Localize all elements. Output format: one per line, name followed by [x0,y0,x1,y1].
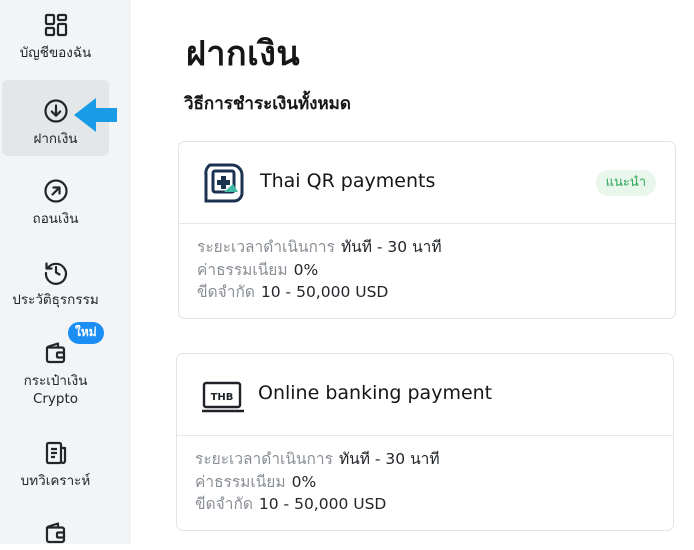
sidebar-item-wallet[interactable] [2,520,109,550]
thb-bank-card-icon: THB [202,381,244,413]
card-header: THB Online banking payment [177,354,673,436]
wallet-icon [45,522,65,544]
fee-label: ค่าธรรมเนียม [195,472,286,491]
recommended-badge: แนะนำ [595,170,656,196]
payment-details: ระยะเวลาดำเนินการ ทันที - 30 นาที ค่าธรรม… [195,448,440,516]
limit-value: 10 - 50,000 USD [260,283,389,301]
thai-qr-icon [204,163,244,203]
sidebar-item-label: กระเป๋าเงิน Crypto [23,373,88,407]
history-clock-icon [44,262,67,285]
payment-method-name: Thai QR payments [260,170,436,192]
fee-value: 0% [291,472,317,491]
arrow-up-right-circle-icon [43,179,68,203]
arrow-down-circle-icon [43,99,68,123]
fee-row: ค่าธรรมเนียม 0% [195,471,440,494]
fee-value: 0% [293,260,319,279]
processing-time-row: ระยะเวลาดำเนินการ ทันที - 30 นาที [197,236,442,259]
fee-label: ค่าธรรมเนียม [197,260,288,279]
limit-row: ขีดจำกัด 10 - 50,000 USD [195,493,440,516]
sidebar-item-crypto-wallet[interactable]: กระเป๋าเงิน Crypto [2,340,109,412]
limit-label: ขีดจำกัด [195,495,253,513]
processing-time-value: ทันที - 30 นาที [338,450,440,468]
fee-row: ค่าธรรมเนียม 0% [197,259,442,282]
processing-time-row: ระยะเวลาดำเนินการ ทันที - 30 นาที [195,448,440,471]
sidebar-item-label: บัญชีของฉัน [19,45,92,61]
sidebar-item-withdraw[interactable]: ถอนเงิน [2,178,109,234]
sidebar-item-my-account[interactable]: บัญชีของฉัน [2,12,109,72]
processing-time-label: ระยะเวลาดำเนินการ [195,450,333,468]
thb-icon-text: THB [211,392,234,403]
wallet-icon [45,342,65,364]
new-badge: ใหม่ [68,322,104,344]
dashboard-grid-icon [44,13,67,37]
payment-details: ระยะเวลาดำเนินการ ทันที - 30 นาที ค่าธรรม… [197,236,442,304]
processing-time-value: ทันที - 30 นาที [340,238,442,256]
sidebar-item-label: ประวัติธุรกรรม [12,292,99,308]
payment-method-thai-qr[interactable]: Thai QR payments แนะนำ ระยะเวลาดำเนินการ… [178,141,676,319]
limit-value: 10 - 50,000 USD [258,495,387,513]
limit-label: ขีดจำกัด [197,283,255,301]
sidebar-item-label: ถอนเงิน [32,211,79,227]
page-title: ฝากเงิน [186,34,301,74]
analytics-document-icon [45,441,66,465]
section-subtitle: วิธีการชำระเงินทั้งหมด [184,94,351,114]
main-content: ฝากเงิน วิธีการชำระเงินทั้งหมด Thai QR p… [131,0,694,544]
pointer-arrow-icon [74,98,117,132]
sidebar-item-transaction-history[interactable]: ประวัติธุรกรรม [2,259,109,315]
limit-row: ขีดจำกัด 10 - 50,000 USD [197,281,442,304]
processing-time-label: ระยะเวลาดำเนินการ [197,238,335,256]
sidebar-item-analysis[interactable]: บทวิเคราะห์ [2,440,109,496]
card-header: Thai QR payments แนะนำ [179,142,675,224]
sidebar-item-label: บทวิเคราะห์ [20,473,91,489]
payment-method-name: Online banking payment [258,382,493,404]
sidebar: บัญชีของฉัน ฝากเงิน ถอนเงิน ประวัติธุรกร… [0,0,131,544]
payment-method-online-banking[interactable]: THB Online banking payment ระยะเวลาดำเนิ… [176,353,674,531]
